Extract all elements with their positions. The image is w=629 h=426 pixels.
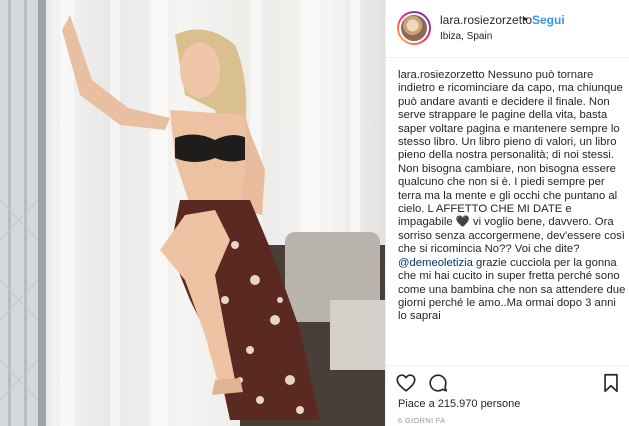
caption-text-part1: Nessuno può tornare indietro e ricominci… [398, 69, 625, 256]
avatar[interactable] [397, 11, 431, 45]
bookmark-icon[interactable] [600, 372, 622, 394]
likes-count[interactable]: Piace a 215.970 persone [398, 398, 520, 410]
caption-username-link[interactable]: lara.rosiezorzetto [398, 69, 485, 81]
post-photo[interactable] [0, 0, 385, 426]
post-sidebar: lara.rosiezorzetto • Segui Ibiza, Spain … [385, 0, 629, 426]
photo-scene [0, 0, 385, 426]
location-link[interactable]: Ibiza, Spain [440, 31, 492, 42]
follow-button[interactable]: Segui [532, 13, 565, 27]
post-timestamp[interactable]: 6 GIORNI FA [398, 416, 445, 425]
heart-icon[interactable] [395, 372, 417, 394]
post-header: lara.rosiezorzetto • Segui Ibiza, Spain [386, 0, 629, 58]
caption-mention-link[interactable]: @demeoletizia [398, 257, 473, 269]
username-link[interactable]: lara.rosiezorzetto [440, 13, 532, 27]
action-bar [386, 365, 629, 395]
post-caption: lara.rosiezorzetto Nessuno può tornare i… [398, 69, 626, 361]
comment-icon[interactable] [427, 372, 449, 394]
separator-dot: • [523, 12, 528, 26]
